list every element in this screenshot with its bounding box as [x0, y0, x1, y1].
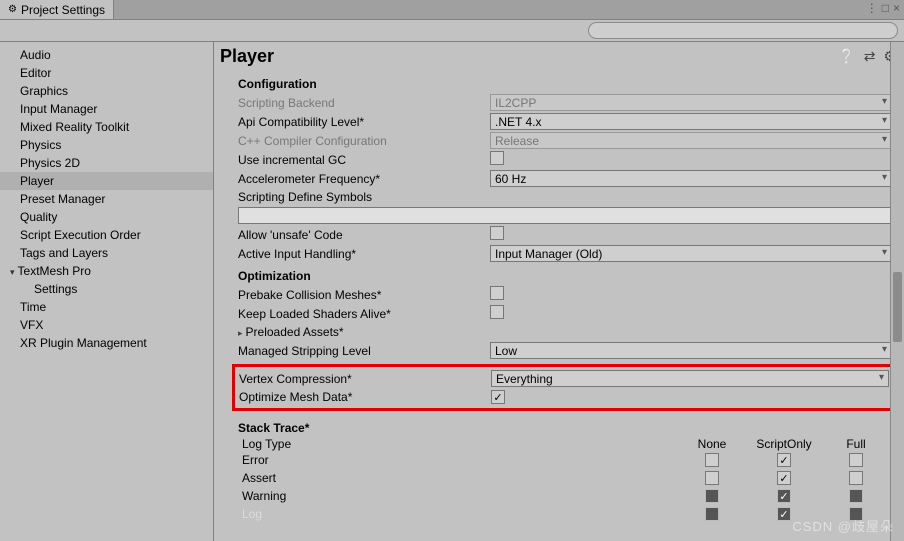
checkbox-assert-none[interactable] — [705, 471, 719, 485]
sidebar-item-physics[interactable]: Physics — [0, 136, 213, 154]
window-close-icon[interactable]: × — [893, 1, 900, 15]
dropdown-api-compat[interactable]: .NET 4.x — [490, 113, 892, 130]
label-incremental-gc: Use incremental GC — [238, 153, 490, 167]
search-input[interactable] — [588, 22, 898, 39]
watermark: CSDN @歧屋朵 — [792, 516, 894, 535]
label-stripping: Managed Stripping Level — [238, 344, 490, 358]
settings-sidebar: Audio Editor Graphics Input Manager Mixe… — [0, 42, 214, 541]
sidebar-item-graphics[interactable]: Graphics — [0, 82, 213, 100]
checkbox-error-scriptonly[interactable] — [777, 453, 791, 467]
input-scripting-defines[interactable] — [238, 207, 892, 224]
dropdown-scripting-backend: IL2CPP — [490, 94, 892, 111]
label-api-compat: Api Compatibility Level* — [238, 115, 490, 129]
sidebar-item-xr-plugin-management[interactable]: XR Plugin Management — [0, 334, 213, 352]
sidebar-item-time[interactable]: Time — [0, 298, 213, 316]
label-scripting-defines: Scripting Define Symbols — [238, 190, 490, 204]
sidebar-item-quality[interactable]: Quality — [0, 208, 213, 226]
col-scriptonly: ScriptOnly — [748, 437, 820, 451]
col-none: None — [676, 437, 748, 451]
label-vertex-compression: Vertex Compression* — [239, 372, 491, 386]
content-panel: Player ❔ ⇄ ⚙ Configuration Scripting Bac… — [214, 42, 904, 541]
highlight-annotation: Vertex Compression* Everything Optimize … — [232, 364, 896, 411]
checkbox-warning-none[interactable] — [705, 489, 719, 503]
dropdown-cpp-compiler: Release — [490, 132, 892, 149]
sidebar-item-tags-and-layers[interactable]: Tags and Layers — [0, 244, 213, 262]
stack-row-error: Error — [238, 451, 892, 469]
checkbox-warning-full[interactable] — [849, 489, 863, 503]
label-keep-shaders: Keep Loaded Shaders Alive* — [238, 307, 490, 321]
label-allow-unsafe: Allow 'unsafe' Code — [238, 228, 490, 242]
label-cpp-compiler: C++ Compiler Configuration — [238, 134, 490, 148]
tab-bar: ⚙ Project Settings ⋮ □ × — [0, 0, 904, 20]
checkbox-keep-shaders[interactable] — [490, 305, 504, 319]
label-accelerometer: Accelerometer Frequency* — [238, 172, 490, 186]
sidebar-item-preset-manager[interactable]: Preset Manager — [0, 190, 213, 208]
vertical-scrollbar[interactable] — [890, 42, 904, 541]
sidebar-item-vfx[interactable]: VFX — [0, 316, 213, 334]
label-active-input: Active Input Handling* — [238, 247, 490, 261]
page-title: Player — [220, 46, 274, 67]
sidebar-item-player[interactable]: Player — [0, 172, 213, 190]
dropdown-stripping[interactable]: Low — [490, 342, 892, 359]
window-maximize-icon[interactable]: □ — [882, 1, 889, 15]
dropdown-vertex-compression[interactable]: Everything — [491, 370, 889, 387]
sidebar-item-input-manager[interactable]: Input Manager — [0, 100, 213, 118]
col-logtype: Log Type — [238, 437, 490, 451]
section-configuration: Configuration — [238, 71, 892, 93]
window-menu-icon[interactable]: ⋮ — [866, 1, 878, 15]
checkbox-prebake[interactable] — [490, 286, 504, 300]
checkbox-log-none[interactable] — [705, 507, 719, 521]
project-settings-tab[interactable]: ⚙ Project Settings — [0, 0, 114, 19]
dropdown-accelerometer[interactable]: 60 Hz — [490, 170, 892, 187]
label-optimize-mesh: Optimize Mesh Data* — [239, 390, 491, 404]
checkbox-assert-full[interactable] — [849, 471, 863, 485]
help-icon[interactable]: ❔ — [838, 48, 855, 65]
stack-row-warning: Warning — [238, 487, 892, 505]
gear-icon: ⚙ — [8, 4, 17, 15]
col-full: Full — [820, 437, 892, 451]
checkbox-allow-unsafe[interactable] — [490, 226, 504, 240]
sidebar-item-physics-2d[interactable]: Physics 2D — [0, 154, 213, 172]
scrollbar-thumb[interactable] — [893, 272, 902, 342]
window-buttons: ⋮ □ × — [866, 1, 900, 15]
tab-title: Project Settings — [21, 3, 105, 17]
foldout-preloaded-assets[interactable]: Preloaded Assets* — [238, 325, 490, 339]
stack-row-assert: Assert — [238, 469, 892, 487]
checkbox-optimize-mesh[interactable] — [491, 390, 505, 404]
section-optimization: Optimization — [238, 263, 892, 285]
settings-slider-icon[interactable]: ⇄ — [864, 48, 876, 65]
toolbar — [0, 20, 904, 42]
checkbox-error-none[interactable] — [705, 453, 719, 467]
sidebar-item-editor[interactable]: Editor — [0, 64, 213, 82]
dropdown-active-input[interactable]: Input Manager (Old) — [490, 245, 892, 262]
sidebar-group-textmesh-pro[interactable]: TextMesh Pro — [0, 262, 213, 280]
sidebar-item-audio[interactable]: Audio — [0, 46, 213, 64]
label-prebake: Prebake Collision Meshes* — [238, 288, 490, 302]
checkbox-error-full[interactable] — [849, 453, 863, 467]
sidebar-item-textmesh-settings[interactable]: Settings — [0, 280, 213, 298]
checkbox-incremental-gc[interactable] — [490, 151, 504, 165]
section-stack-trace: Stack Trace* — [238, 415, 892, 437]
checkbox-log-scriptonly[interactable] — [777, 507, 791, 521]
checkbox-warning-scriptonly[interactable] — [777, 489, 791, 503]
label-scripting-backend: Scripting Backend — [238, 96, 490, 110]
sidebar-item-mixed-reality-toolkit[interactable]: Mixed Reality Toolkit — [0, 118, 213, 136]
checkbox-assert-scriptonly[interactable] — [777, 471, 791, 485]
sidebar-item-script-execution-order[interactable]: Script Execution Order — [0, 226, 213, 244]
